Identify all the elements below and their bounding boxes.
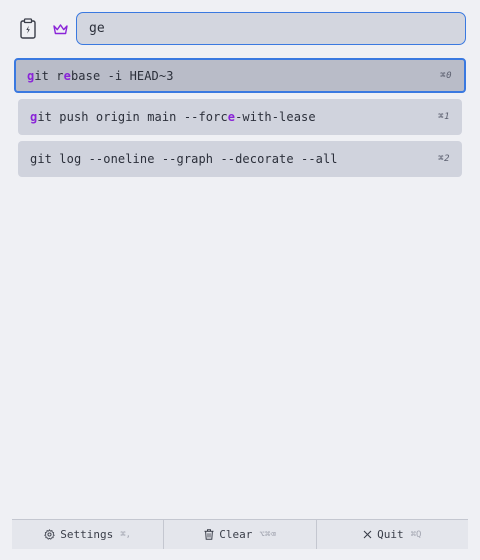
quit-label: Quit xyxy=(377,528,404,541)
command-text: it r xyxy=(34,68,64,83)
result-shortcut: ⌘0 xyxy=(440,70,452,81)
command-text: it push origin main --forc xyxy=(37,110,228,124)
result-command: git rebase -i HEAD~3 xyxy=(27,69,440,83)
settings-shortcut: ⌘, xyxy=(120,529,132,540)
result-command: git log --oneline --graph --decorate --a… xyxy=(30,152,438,166)
clipboard-app: git rebase -i HEAD~3⌘0 git push origin ma… xyxy=(0,0,480,560)
settings-label: Settings xyxy=(60,528,114,541)
match-highlight: e xyxy=(63,68,71,83)
result-item[interactable]: git push origin main --force-with-lease ⌘… xyxy=(18,99,462,135)
header xyxy=(0,0,480,58)
close-icon xyxy=(363,530,372,539)
clipboard-button[interactable] xyxy=(16,17,40,43)
result-item[interactable]: git log --oneline --graph --decorate --a… xyxy=(18,141,462,177)
command-text: -with-lease xyxy=(235,110,316,124)
clear-shortcut: ⌥⌘⌫ xyxy=(259,529,276,540)
clear-label: Clear xyxy=(219,528,253,541)
match-highlight: e xyxy=(227,110,236,124)
crown-icon xyxy=(52,20,68,39)
footer: Settings ⌘, Clear ⌥⌘⌫ Quit ⌘Q xyxy=(12,519,468,549)
result-item[interactable]: git rebase -i HEAD~3 ⌘0 xyxy=(14,58,466,93)
pro-button[interactable] xyxy=(49,18,71,40)
result-shortcut: ⌘2 xyxy=(438,154,450,164)
quit-shortcut: ⌘Q xyxy=(410,529,422,540)
clipboard-bolt-icon xyxy=(20,17,36,43)
command-text: base -i HEAD~3 xyxy=(70,68,174,83)
clear-button[interactable]: Clear ⌥⌘⌫ xyxy=(163,520,315,549)
search-input[interactable] xyxy=(77,13,465,44)
result-shortcut: ⌘1 xyxy=(438,112,450,122)
settings-button[interactable]: Settings ⌘, xyxy=(12,520,163,549)
command-text: git log --oneline --graph --decorate --a… xyxy=(30,152,338,166)
search-box xyxy=(76,12,466,45)
quit-button[interactable]: Quit ⌘Q xyxy=(315,520,468,549)
result-command: git push origin main --force-with-lease xyxy=(30,110,438,124)
gear-icon xyxy=(44,529,55,540)
trash-icon xyxy=(204,529,214,540)
